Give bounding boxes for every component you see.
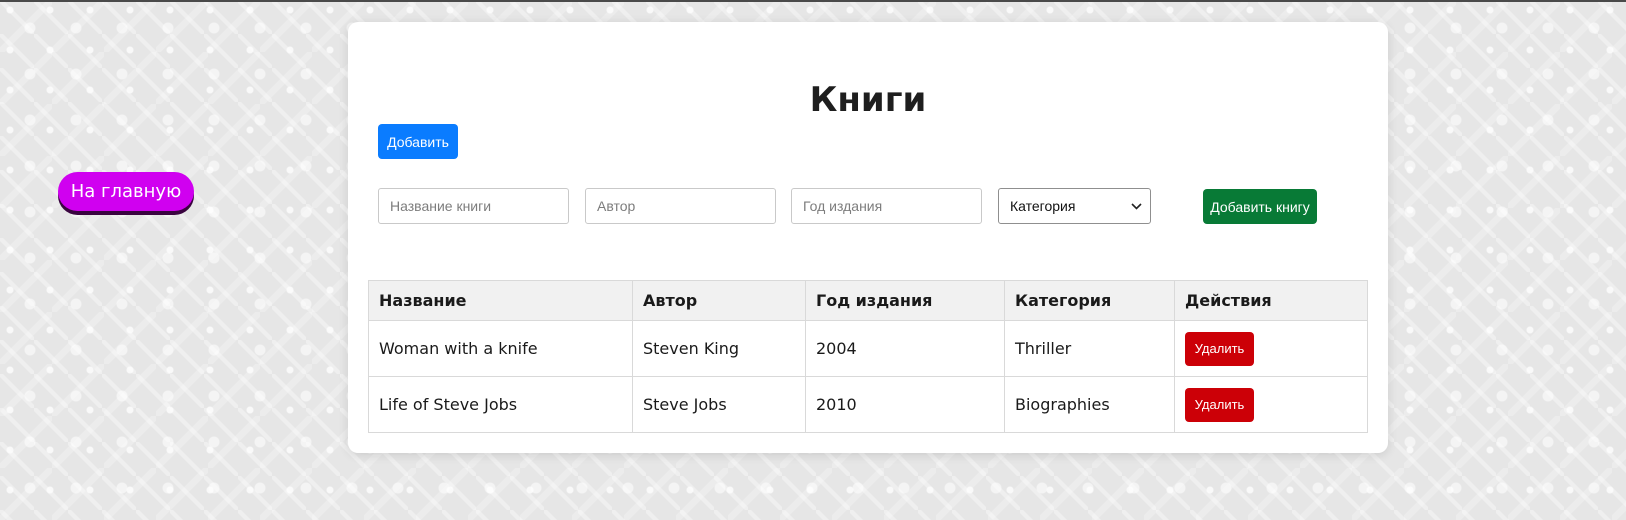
cell-title: Life of Steve Jobs [368, 376, 633, 433]
add-button[interactable]: Добавить [378, 124, 458, 159]
cell-year: 2004 [805, 320, 1005, 377]
author-placeholder: Автор [597, 198, 636, 214]
page-title: Книги [809, 80, 927, 120]
table-row: Woman with a knife Steven King 2004 Thri… [368, 320, 1368, 377]
add-book-button[interactable]: Добавить книгу [1203, 189, 1317, 224]
table-header-row: Название Автор Год издания Категория Дей… [368, 280, 1368, 321]
header-category: Категория [1004, 280, 1175, 321]
header-title: Название [368, 280, 633, 321]
header-actions: Действия [1174, 280, 1368, 321]
delete-button[interactable]: Удалить [1185, 331, 1254, 366]
cell-title: Woman with a knife [368, 320, 633, 377]
book-title-input[interactable]: Название книги [378, 188, 569, 224]
category-select-value: Категория [1010, 198, 1076, 214]
books-card: Книги Добавить Название книги Автор Год … [348, 22, 1388, 453]
chevron-down-icon [1131, 199, 1142, 213]
header-year: Год издания [805, 280, 1005, 321]
header-author: Автор [632, 280, 806, 321]
cell-author: Steve Jobs [632, 376, 806, 433]
cell-author: Steven King [632, 320, 806, 377]
category-select[interactable]: Категория [998, 188, 1151, 224]
delete-button[interactable]: Удалить [1185, 387, 1254, 422]
book-title-placeholder: Название книги [390, 198, 492, 214]
home-button[interactable]: На главную [58, 172, 194, 211]
cell-actions: Удалить [1174, 376, 1368, 433]
year-placeholder: Год издания [803, 198, 883, 214]
cell-category: Thriller [1004, 320, 1175, 377]
top-strip [0, 0, 1626, 2]
books-table: Название Автор Год издания Категория Дей… [368, 280, 1368, 433]
year-input[interactable]: Год издания [791, 188, 982, 224]
cell-actions: Удалить [1174, 320, 1368, 377]
cell-year: 2010 [805, 376, 1005, 433]
author-input[interactable]: Автор [585, 188, 776, 224]
table-row: Life of Steve Jobs Steve Jobs 2010 Biogr… [368, 376, 1368, 433]
cell-category: Biographies [1004, 376, 1175, 433]
